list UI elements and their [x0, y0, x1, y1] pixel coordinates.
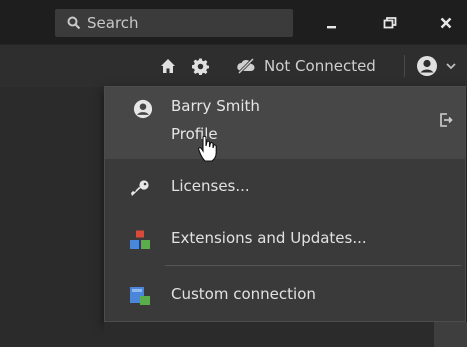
close-button[interactable] [433, 10, 459, 36]
user-icon [417, 56, 437, 76]
user-name: Barry Smith [171, 97, 260, 115]
restore-button[interactable] [377, 10, 403, 36]
background-panel [104, 322, 434, 347]
toolbar: Not Connected [0, 44, 467, 87]
title-bar: Search [0, 0, 467, 44]
menu-item-label: Extensions and Updates... [171, 229, 367, 247]
custom-connection-icon [129, 285, 151, 307]
connection-status[interactable]: Not Connected [236, 53, 376, 79]
home-button[interactable] [160, 53, 176, 79]
background-panel-right [434, 322, 467, 347]
menu-item-extensions[interactable]: Extensions and Updates... [105, 217, 465, 261]
search-input[interactable]: Search [55, 9, 293, 37]
key-icon [129, 177, 151, 199]
search-placeholder: Search [87, 14, 139, 32]
menu-item-licenses[interactable]: Licenses... [105, 165, 465, 209]
user-dropdown-menu: Barry Smith Profile Licenses... Extensio… [104, 86, 466, 322]
gear-icon [192, 58, 209, 75]
home-icon [161, 59, 175, 73]
toolbar-divider [404, 55, 405, 77]
connection-status-label: Not Connected [264, 57, 376, 75]
user-menu-button[interactable] [416, 53, 456, 79]
menu-divider [165, 265, 461, 266]
menu-item-label: Licenses... [171, 177, 250, 195]
hand-cursor-icon [197, 135, 217, 162]
close-icon [440, 17, 452, 29]
menu-item-custom-connection[interactable]: Custom connection [105, 273, 465, 317]
sign-out-icon[interactable] [439, 113, 453, 127]
settings-button[interactable] [192, 53, 209, 79]
minimize-icon [327, 26, 336, 29]
profile-menu-item[interactable]: Barry Smith Profile [105, 87, 465, 162]
minimize-button[interactable] [319, 10, 345, 36]
menu-item-label: Custom connection [171, 285, 316, 303]
user-icon [133, 99, 153, 119]
chevron-down-icon [446, 63, 456, 70]
search-icon [67, 16, 81, 30]
restore-icon [383, 17, 397, 29]
cloud-off-icon [237, 58, 255, 74]
extensions-icon [129, 229, 151, 251]
